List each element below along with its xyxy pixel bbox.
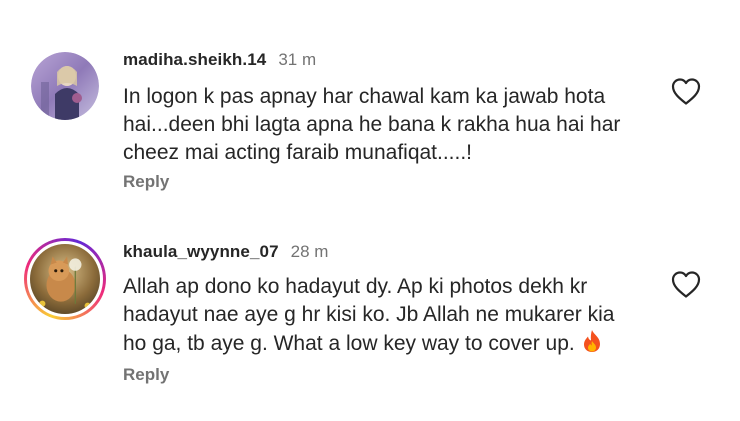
comment-text-line: ho ga, tb aye g. What a low key way to c…: [123, 329, 643, 358]
comment-item: khaula_wyynne_07 28 m Allah ap dono ko h…: [0, 210, 740, 421]
comment-item: madiha.sheikh.14 31 m In logon k pas apn…: [0, 0, 740, 210]
comment-meta: madiha.sheikh.14 31 m: [123, 50, 316, 70]
fire-emoji-icon: [583, 330, 600, 352]
comment-text: Allah ap dono ko hadayut dy. Ap ki photo…: [123, 273, 643, 358]
timestamp: 28 m: [290, 242, 329, 261]
heart-outline-icon[interactable]: [670, 269, 702, 299]
avatar-image: [31, 52, 99, 120]
comment-text-line: In logon k pas apnay har chawal kam ka j…: [123, 85, 606, 108]
timestamp: 31 m: [278, 50, 317, 69]
reply-button[interactable]: Reply: [123, 365, 169, 385]
comment-text-line: hadayut nae aye g hr kisi ko. Jb Allah n…: [123, 303, 615, 326]
comment-text: In logon k pas apnay har chawal kam ka j…: [123, 83, 643, 167]
comment-meta: khaula_wyynne_07 28 m: [123, 242, 328, 262]
avatar[interactable]: [31, 52, 99, 120]
reply-button[interactable]: Reply: [123, 172, 169, 192]
avatar[interactable]: [24, 238, 106, 320]
username[interactable]: madiha.sheikh.14: [123, 50, 266, 70]
heart-outline-icon[interactable]: [670, 76, 702, 106]
comment-text-line: hai...deen bhi lagta apna he bana k rakh…: [123, 113, 621, 136]
comment-text-fragment: ho ga, tb aye g. What a low key way to c…: [123, 332, 575, 355]
comment-text-line: cheez mai acting faraib munafiqat.....!: [123, 141, 473, 164]
avatar-image: [30, 244, 100, 314]
comment-text-line: Allah ap dono ko hadayut dy. Ap ki photo…: [123, 275, 588, 298]
username[interactable]: khaula_wyynne_07: [123, 242, 279, 262]
